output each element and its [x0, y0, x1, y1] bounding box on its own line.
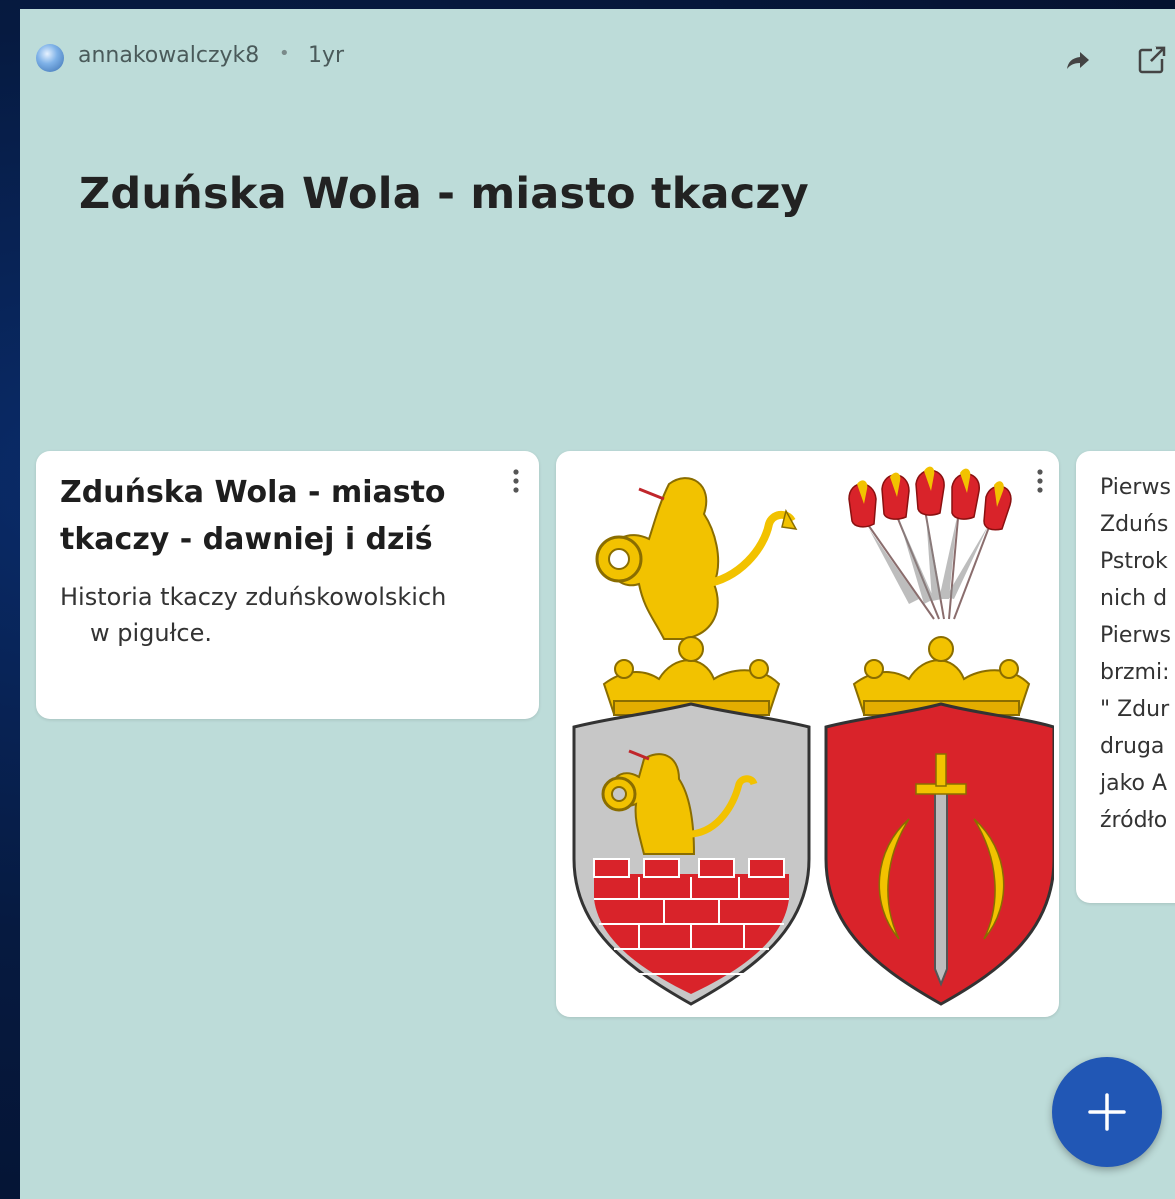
- post-card-image[interactable]: [556, 451, 1059, 1017]
- post-card[interactable]: Zduńska Wola - miasto tkaczy - dawniej i…: [36, 451, 539, 719]
- body-line: jako A: [1100, 771, 1168, 796]
- post-title: Zduńska Wola - miasto tkaczy - dawniej i…: [60, 475, 446, 557]
- separator-dot: •: [279, 43, 290, 64]
- description-line: Historia tkaczy zduńskowolskich: [60, 583, 447, 611]
- add-post-button[interactable]: [1052, 1057, 1162, 1167]
- board-title: Zduńska Wola - miasto tkaczy: [79, 169, 809, 219]
- body-line: Pierws: [1100, 475, 1171, 500]
- right-coat-of-arms: [824, 466, 1054, 1006]
- body-line: " Zdur: [1100, 697, 1170, 722]
- description-line: w pigułce.: [90, 619, 213, 647]
- post-card[interactable]: Pierws Zduńs Pstrok nich d Pierws brzmi:…: [1076, 451, 1175, 903]
- body-line: Zduńs: [1100, 512, 1169, 537]
- padlet-board: annakowalczyk8 • 1yr Zduńska Wola - mias…: [20, 9, 1175, 1199]
- coats-of-arms-image: [572, 466, 1054, 1006]
- body-line: Pierws: [1100, 623, 1171, 648]
- board-header: annakowalczyk8 • 1yr: [20, 9, 1175, 99]
- body-line: nich d: [1100, 586, 1168, 611]
- body-line: źródło: [1100, 808, 1168, 833]
- body-line: brzmi:: [1100, 660, 1170, 685]
- post-description: Historia tkaczy zduńskowolskich w pigułc…: [60, 579, 500, 651]
- body-line: druga: [1100, 734, 1165, 759]
- open-external-icon[interactable]: [1137, 45, 1167, 75]
- more-vertical-icon[interactable]: [511, 467, 521, 495]
- author-avatar[interactable]: [36, 44, 64, 72]
- body-line: Pstrok: [1100, 549, 1168, 574]
- author-name[interactable]: annakowalczyk8: [78, 43, 259, 68]
- plus-icon: [1088, 1093, 1126, 1131]
- post-time: 1yr: [308, 43, 345, 68]
- left-coat-of-arms: [572, 477, 811, 1006]
- share-icon[interactable]: [1065, 49, 1091, 71]
- post-body: Pierws Zduńs Pstrok nich d Pierws brzmi:…: [1100, 469, 1171, 839]
- more-vertical-icon[interactable]: [1035, 467, 1045, 495]
